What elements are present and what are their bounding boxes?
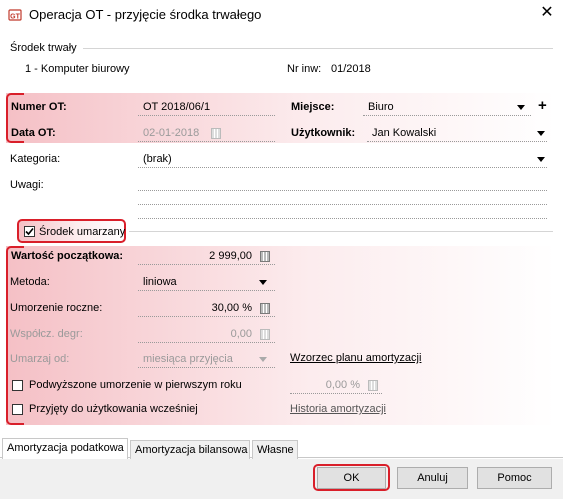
wartosc-label: Wartość początkowa: bbox=[11, 250, 124, 262]
highlight-fill-top bbox=[6, 93, 556, 143]
wzorzec-planu-link[interactable]: Wzorzec planu amortyzacji bbox=[290, 352, 421, 364]
wartosc-input[interactable]: 2 999,00 bbox=[138, 250, 252, 262]
miejsce-underline bbox=[363, 115, 531, 116]
podwyzszone-label: Podwyższone umorzenie w pierwszym roku bbox=[29, 379, 242, 391]
calculator-icon[interactable] bbox=[260, 303, 270, 314]
section-divider bbox=[129, 231, 553, 232]
uzytkownik-select[interactable]: Jan Kowalski bbox=[372, 127, 436, 139]
miejsce-label: Miejsce: bbox=[291, 101, 335, 113]
umorzenie-input[interactable]: 30,00 % bbox=[138, 302, 252, 314]
pomoc-button[interactable]: Pomoc bbox=[477, 467, 552, 489]
przyjety-label: Przyjęty do użytkowania wcześniej bbox=[29, 403, 198, 415]
inv-number-value: 01/2018 bbox=[331, 63, 371, 75]
umorzenie-label: Umorzenie roczne: bbox=[10, 302, 103, 314]
inv-number-label: Nr inw: bbox=[287, 63, 322, 75]
wspolcz-label: Współcz. degr: bbox=[10, 328, 83, 340]
miejsce-select[interactable]: Biuro bbox=[368, 101, 394, 113]
wspolcz-input[interactable]: 0,00 bbox=[138, 328, 252, 340]
tab-amortyzacja-bilansowa[interactable]: Amortyzacja bilansowa bbox=[130, 440, 250, 460]
srodek-umarzany-label: Środek umarzany bbox=[39, 226, 126, 238]
uzytkownik-label: Użytkownik: bbox=[291, 127, 356, 139]
umarzaj-select[interactable]: miesiąca przyjęcia bbox=[143, 353, 233, 365]
numer-ot-label: Numer OT: bbox=[11, 101, 67, 113]
app-icon: GT bbox=[8, 9, 22, 21]
numer-ot-underline bbox=[138, 115, 275, 116]
kategoria-label: Kategoria: bbox=[10, 153, 61, 165]
umorzenie-underline bbox=[138, 316, 275, 317]
calculator-icon[interactable] bbox=[260, 329, 270, 340]
wartosc-underline bbox=[138, 264, 275, 265]
chevron-down-icon[interactable] bbox=[259, 280, 267, 285]
add-icon[interactable]: + bbox=[538, 97, 547, 114]
wspolcz-underline bbox=[138, 342, 275, 343]
asset-name: 1 - Komputer biurowy bbox=[25, 63, 130, 75]
przyjety-checkbox[interactable] bbox=[12, 404, 23, 415]
uwagi-textarea[interactable] bbox=[138, 175, 547, 219]
numer-ot-input[interactable]: OT 2018/06/1 bbox=[143, 101, 210, 113]
uwagi-line-1 bbox=[138, 190, 547, 191]
tab-amortyzacja-podatkowa[interactable]: Amortyzacja podatkowa bbox=[2, 438, 128, 460]
data-ot-input[interactable]: 02-01-2018 bbox=[143, 127, 199, 139]
historia-amortyzacji-link[interactable]: Historia amortyzacji bbox=[290, 403, 386, 415]
podwyzszone-checkbox[interactable] bbox=[12, 380, 23, 391]
ok-button[interactable]: OK bbox=[317, 467, 386, 489]
srodek-umarzany-checkbox[interactable] bbox=[24, 226, 35, 237]
kategoria-select[interactable]: (brak) bbox=[143, 153, 172, 165]
anuluj-button[interactable]: Anuluj bbox=[397, 467, 468, 489]
data-ot-label: Data OT: bbox=[11, 127, 56, 139]
metoda-underline bbox=[138, 290, 275, 291]
kategoria-underline bbox=[138, 167, 547, 168]
calculator-icon[interactable] bbox=[260, 251, 270, 262]
uwagi-label: Uwagi: bbox=[10, 179, 44, 191]
tab-wlasne[interactable]: Własne bbox=[252, 440, 298, 460]
highlight-fill-bottom bbox=[6, 246, 556, 425]
section-divider bbox=[83, 48, 553, 49]
uzytkownik-underline bbox=[367, 141, 547, 142]
close-icon[interactable]: ✕ bbox=[538, 4, 556, 22]
umarzaj-label: Umarzaj od: bbox=[10, 353, 70, 365]
uwagi-line-3 bbox=[138, 218, 547, 219]
metoda-label: Metoda: bbox=[10, 276, 50, 288]
calendar-icon[interactable] bbox=[211, 128, 221, 139]
podwyzszone-input[interactable]: 0,00 % bbox=[290, 379, 360, 391]
chevron-down-icon[interactable] bbox=[259, 357, 267, 362]
window-title: Operacja OT - przyjęcie środka trwałego bbox=[29, 7, 262, 22]
umarzaj-underline bbox=[138, 367, 275, 368]
chevron-down-icon[interactable] bbox=[517, 105, 525, 110]
uwagi-line-2 bbox=[138, 204, 547, 205]
podwyzszone-underline bbox=[290, 393, 382, 394]
chevron-down-icon[interactable] bbox=[537, 131, 545, 136]
data-ot-underline bbox=[138, 141, 275, 142]
svg-text:GT: GT bbox=[10, 14, 20, 21]
metoda-select[interactable]: liniowa bbox=[143, 276, 177, 288]
checkmark-icon bbox=[25, 227, 34, 236]
calculator-icon[interactable] bbox=[368, 380, 378, 391]
asset-section-label: Środek trwały bbox=[10, 42, 77, 54]
chevron-down-icon[interactable] bbox=[537, 157, 545, 162]
